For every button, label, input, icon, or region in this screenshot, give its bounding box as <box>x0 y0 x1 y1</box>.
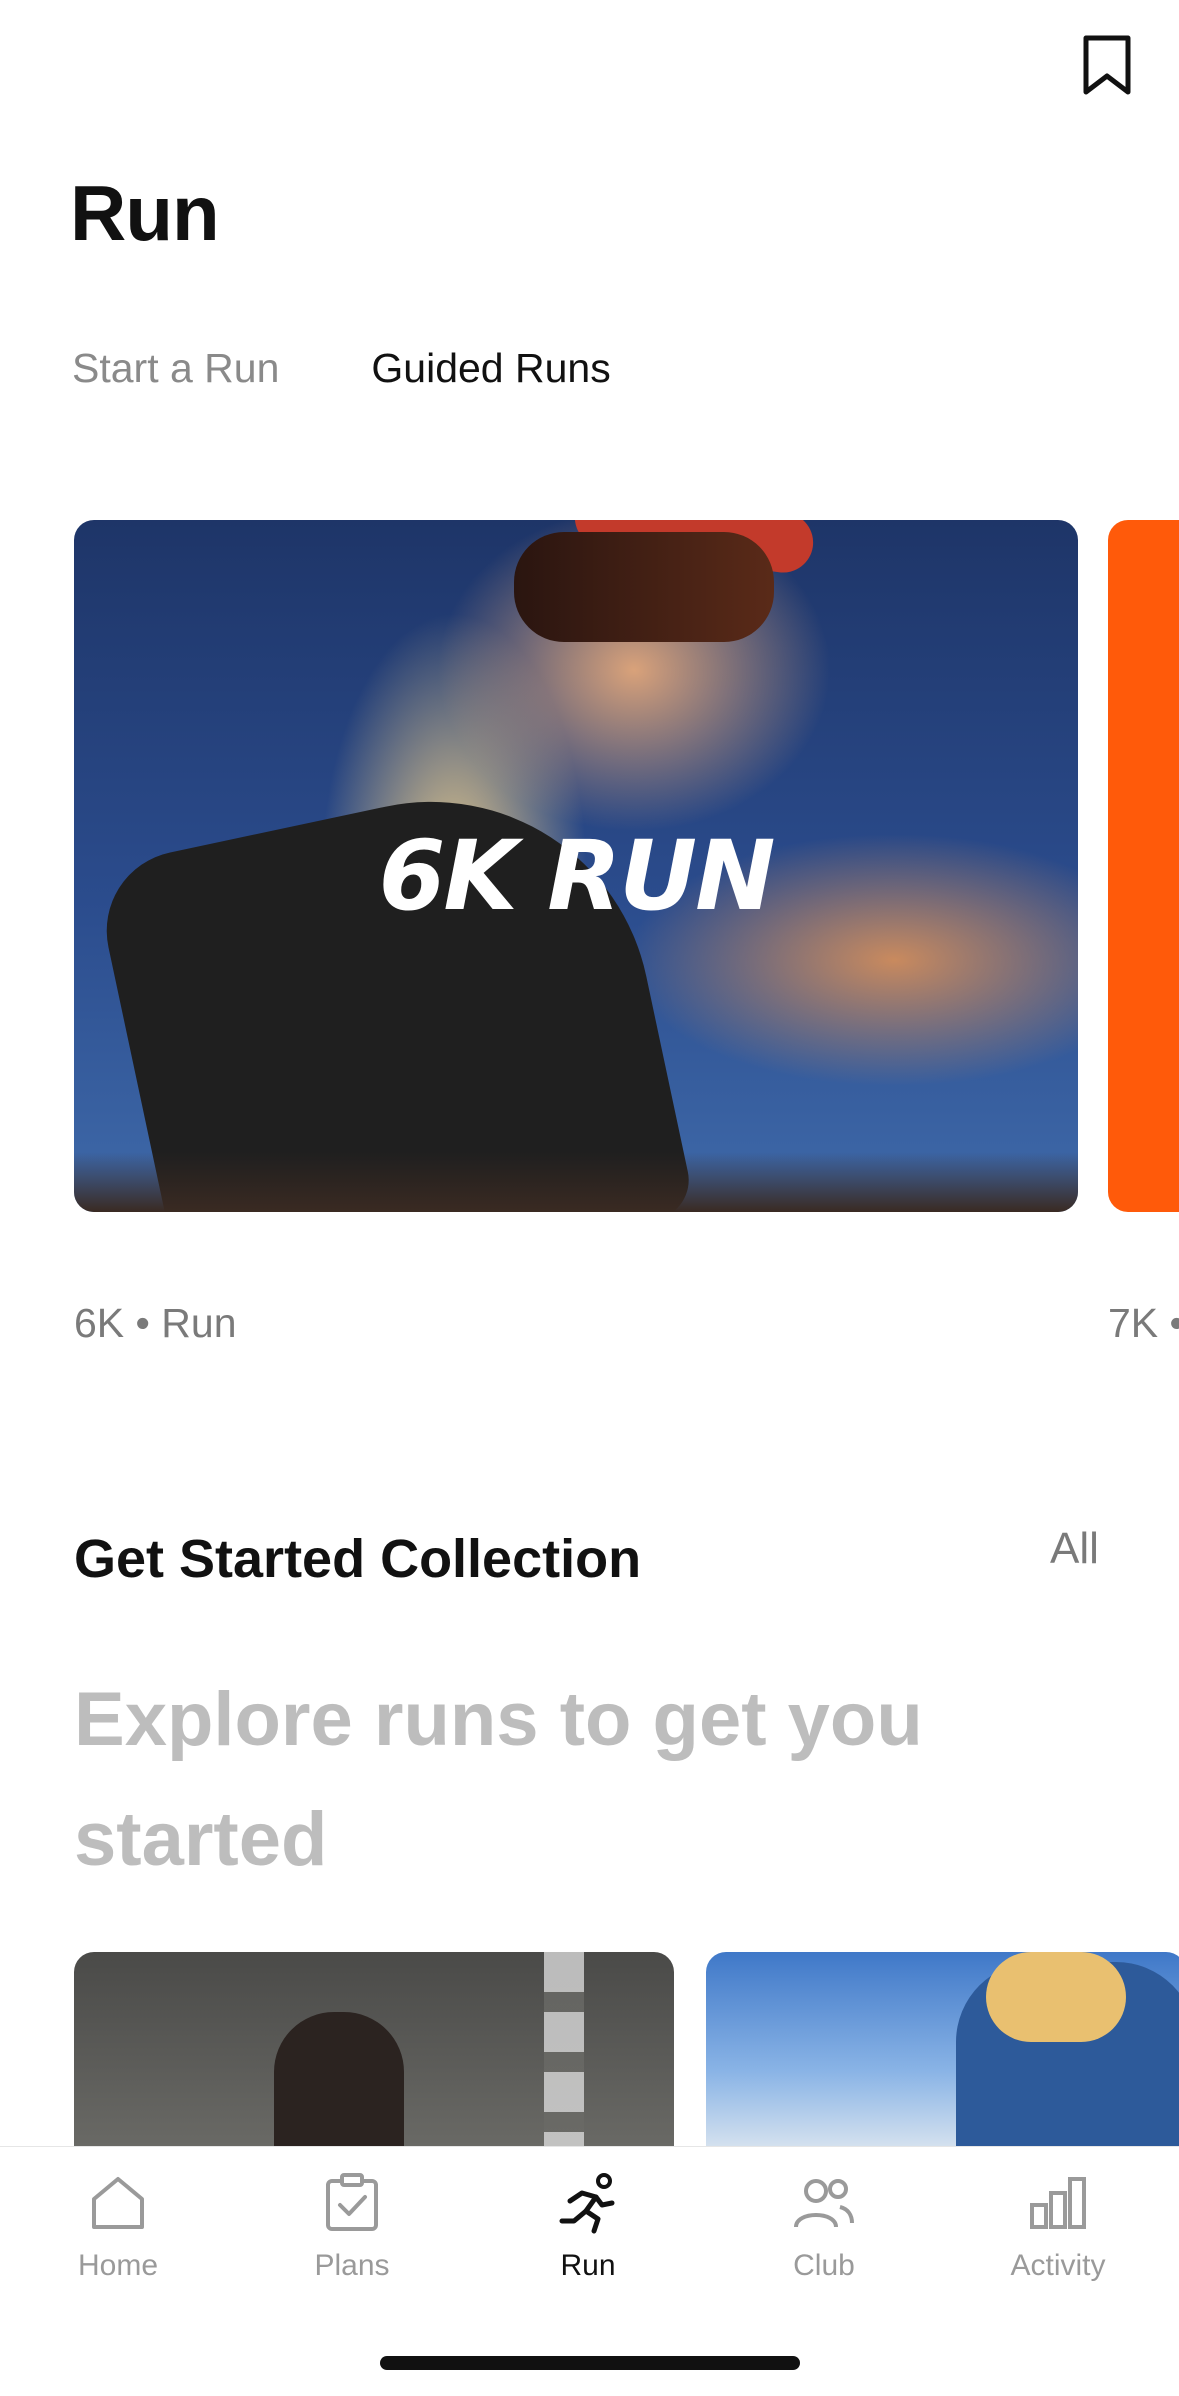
page-title: Run <box>70 169 220 257</box>
thumb-road-marking <box>544 1952 584 2152</box>
nav-activity-label: Activity <box>1010 2249 1106 2282</box>
featured-run-caption: 6K • Run <box>74 1300 237 1346</box>
collection-run-card[interactable] <box>706 1952 1179 2152</box>
tab-bar: Start a Run Guided Runs <box>72 338 703 398</box>
nav-club-label: Club <box>793 2249 855 2282</box>
hero-image-sunglasses <box>514 532 774 642</box>
collection-all-link[interactable]: All <box>1050 1524 1099 1574</box>
featured-run-caption-next: 7K • <box>1108 1300 1179 1346</box>
nav-run[interactable]: Run <box>498 2171 678 2311</box>
activity-icon <box>1030 2177 1086 2229</box>
bookmark-icon[interactable] <box>1080 34 1134 96</box>
collection-subtitle: Explore runs to get you started <box>74 1677 923 1882</box>
tab-guided-runs[interactable]: Guided Runs <box>371 338 610 398</box>
thumb-runner-image <box>274 2012 404 2152</box>
nav-run-label: Run <box>560 2249 616 2282</box>
thumb-runner-hair <box>986 1952 1126 2042</box>
nav-home[interactable]: Home <box>28 2171 208 2311</box>
featured-run-title: 6K RUN <box>378 820 776 932</box>
plans-icon <box>326 2173 378 2231</box>
home-icon <box>92 2177 144 2229</box>
featured-run-card-next[interactable] <box>1108 520 1179 1212</box>
hero-image-ground <box>74 1152 1078 1212</box>
nav-plans-label: Plans <box>314 2249 390 2282</box>
tab-start-a-run[interactable]: Start a Run <box>72 338 279 398</box>
home-indicator[interactable] <box>380 2356 800 2370</box>
run-icon <box>559 2173 615 2234</box>
nav-activity[interactable]: Activity <box>968 2171 1148 2311</box>
collection-title: Get Started Collection <box>74 1529 642 1589</box>
featured-run-card[interactable]: 6K RUN <box>74 520 1078 1212</box>
collection-run-card[interactable] <box>74 1952 674 2152</box>
club-icon <box>794 2179 854 2228</box>
nav-club[interactable]: Club <box>734 2171 914 2311</box>
nav-home-label: Home <box>77 2249 159 2282</box>
nav-plans[interactable]: Plans <box>262 2171 442 2311</box>
